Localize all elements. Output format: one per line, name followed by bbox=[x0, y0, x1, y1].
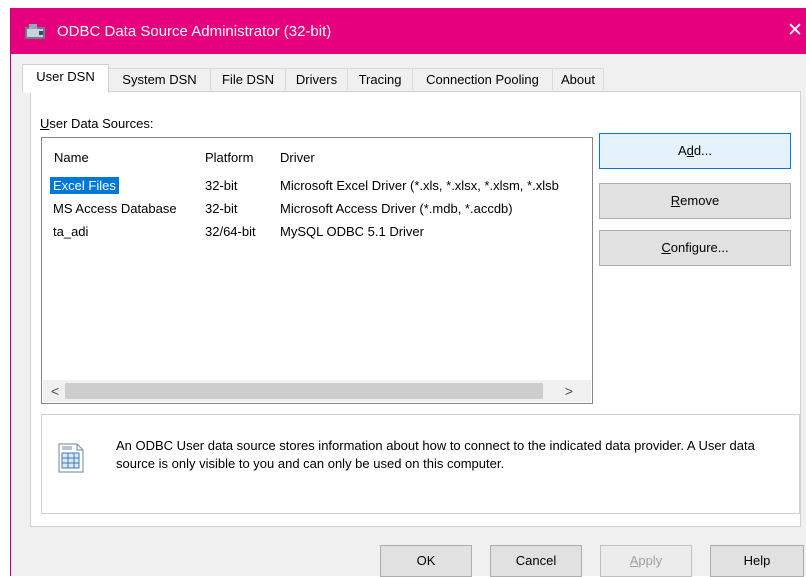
cancel-button[interactable]: Cancel bbox=[490, 545, 582, 577]
list-item-driver: MySQL ODBC 5.1 Driver bbox=[280, 224, 424, 239]
add-button[interactable]: Add... bbox=[599, 133, 791, 169]
list-item[interactable]: ta_adi 32/64-bit MySQL ODBC 5.1 Driver bbox=[42, 222, 592, 243]
scrollbar-thumb[interactable] bbox=[65, 383, 543, 399]
list-item-platform: 32-bit bbox=[205, 201, 238, 216]
help-button[interactable]: Help bbox=[710, 545, 804, 577]
info-box: An ODBC User data source stores informat… bbox=[41, 414, 800, 514]
tab-file-dsn[interactable]: File DSN bbox=[210, 68, 286, 90]
tab-system-dsn[interactable]: System DSN bbox=[108, 68, 211, 90]
tab-connection-pooling[interactable]: Connection Pooling bbox=[412, 68, 553, 90]
window-title: ODBC Data Source Administrator (32-bit) bbox=[57, 23, 332, 40]
configure-button[interactable]: Configure... bbox=[599, 230, 791, 266]
column-header-name[interactable]: Name bbox=[54, 150, 89, 165]
tab-about[interactable]: About bbox=[552, 68, 604, 90]
user-data-sources-label: User Data Sources: bbox=[40, 116, 154, 131]
tab-tracing[interactable]: Tracing bbox=[347, 68, 413, 90]
list-item-name: ta_adi bbox=[53, 224, 89, 239]
data-sources-list[interactable]: Name Platform Driver Excel Files 32-bit … bbox=[41, 137, 593, 404]
list-item-platform: 32-bit bbox=[205, 178, 238, 193]
list-item-driver: Microsoft Access Driver (*.mdb, *.accdb) bbox=[280, 201, 513, 216]
scroll-right-button[interactable]: > bbox=[559, 380, 579, 402]
tab-strip: User DSN System DSN File DSN Drivers Tra… bbox=[22, 64, 802, 93]
list-item[interactable]: Excel Files 32-bit Microsoft Excel Drive… bbox=[42, 176, 592, 197]
list-item[interactable]: MS Access Database 32-bit Microsoft Acce… bbox=[42, 199, 592, 220]
odbc-app-icon bbox=[25, 24, 45, 39]
database-info-icon bbox=[58, 443, 84, 473]
close-button[interactable]: ✕ bbox=[783, 18, 806, 44]
title-bar[interactable]: ODBC Data Source Administrator (32-bit) … bbox=[11, 8, 806, 54]
list-item-platform: 32/64-bit bbox=[205, 224, 256, 239]
horizontal-scrollbar[interactable]: < > bbox=[43, 380, 591, 402]
remove-button[interactable]: Remove bbox=[599, 183, 791, 219]
scroll-left-button[interactable]: < bbox=[45, 380, 65, 402]
odbc-admin-window: ODBC Data Source Administrator (32-bit) … bbox=[10, 8, 806, 577]
tab-user-dsn[interactable]: User DSN bbox=[22, 64, 109, 93]
list-item-driver: Microsoft Excel Driver (*.xls, *.xlsx, *… bbox=[280, 178, 559, 193]
column-header-platform[interactable]: Platform bbox=[205, 150, 253, 165]
tab-drivers[interactable]: Drivers bbox=[285, 68, 348, 90]
list-item-name: MS Access Database bbox=[53, 201, 177, 216]
column-header-driver[interactable]: Driver bbox=[280, 150, 315, 165]
info-description: An ODBC User data source stores informat… bbox=[116, 438, 755, 471]
ok-button[interactable]: OK bbox=[380, 545, 472, 577]
list-item-name: Excel Files bbox=[50, 177, 119, 194]
apply-button[interactable]: Apply bbox=[600, 545, 692, 577]
